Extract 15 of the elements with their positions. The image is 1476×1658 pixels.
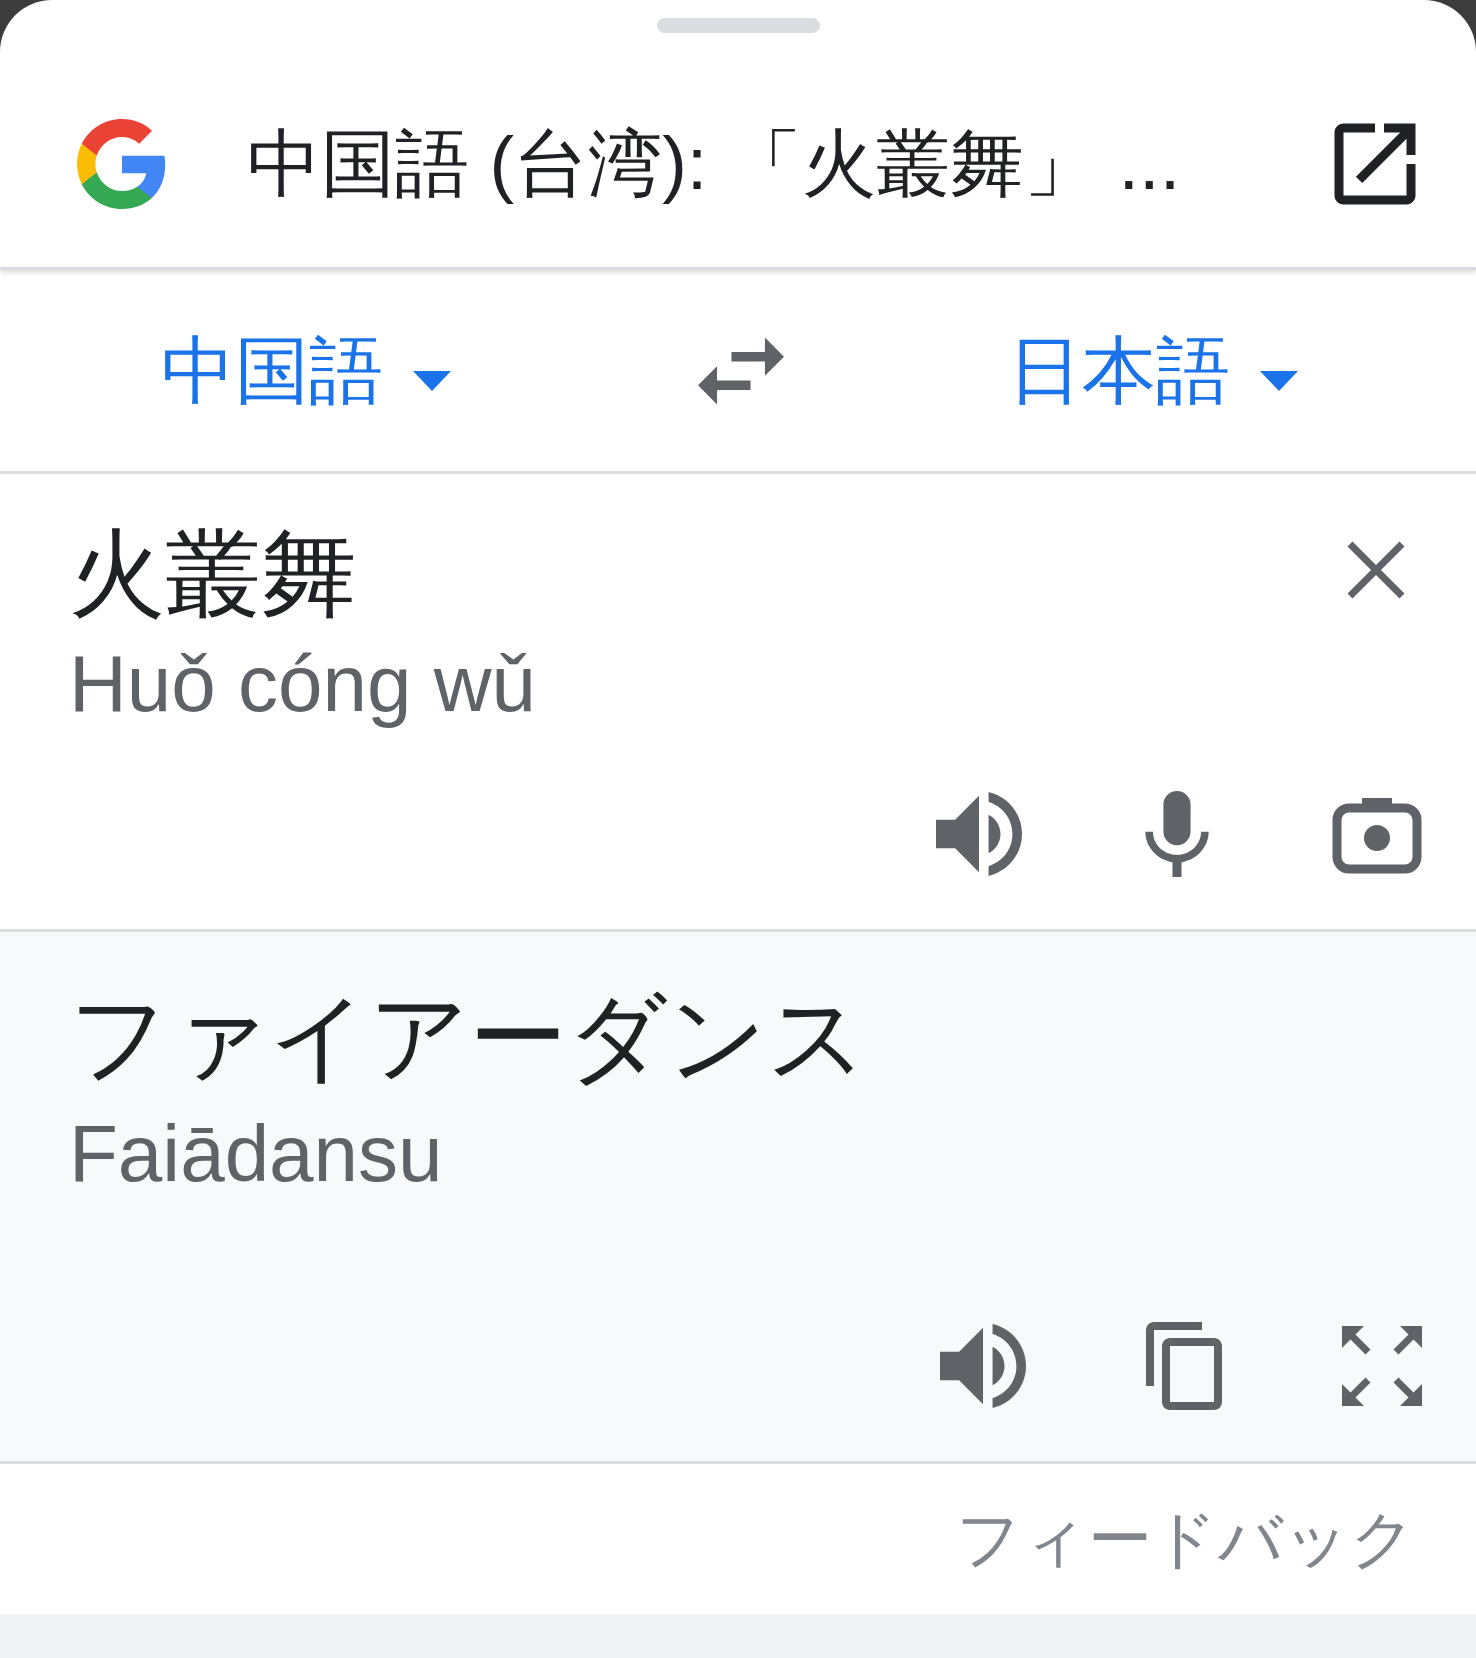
speaker-icon[interactable] bbox=[936, 791, 1022, 877]
feedback-link[interactable]: フィードバック bbox=[956, 1507, 1416, 1571]
target-language-button[interactable]: 日本語 bbox=[784, 333, 1298, 408]
fullscreen-icon[interactable] bbox=[1342, 1326, 1422, 1406]
copy-icon[interactable] bbox=[1146, 1321, 1222, 1411]
speaker-icon[interactable] bbox=[940, 1323, 1026, 1409]
drag-handle[interactable] bbox=[656, 18, 820, 33]
translated-romanization: Faiādansu bbox=[69, 1114, 444, 1194]
source-text: 火叢舞 bbox=[69, 526, 357, 622]
dropdown-caret-icon bbox=[413, 370, 451, 391]
g-logo-icon bbox=[77, 118, 167, 209]
translated-text: ファイアーダンス bbox=[69, 981, 868, 1086]
dropdown-caret-icon bbox=[1260, 370, 1298, 391]
source-language-button[interactable]: 中国語 bbox=[0, 333, 698, 408]
microphone-icon[interactable] bbox=[1142, 791, 1212, 877]
